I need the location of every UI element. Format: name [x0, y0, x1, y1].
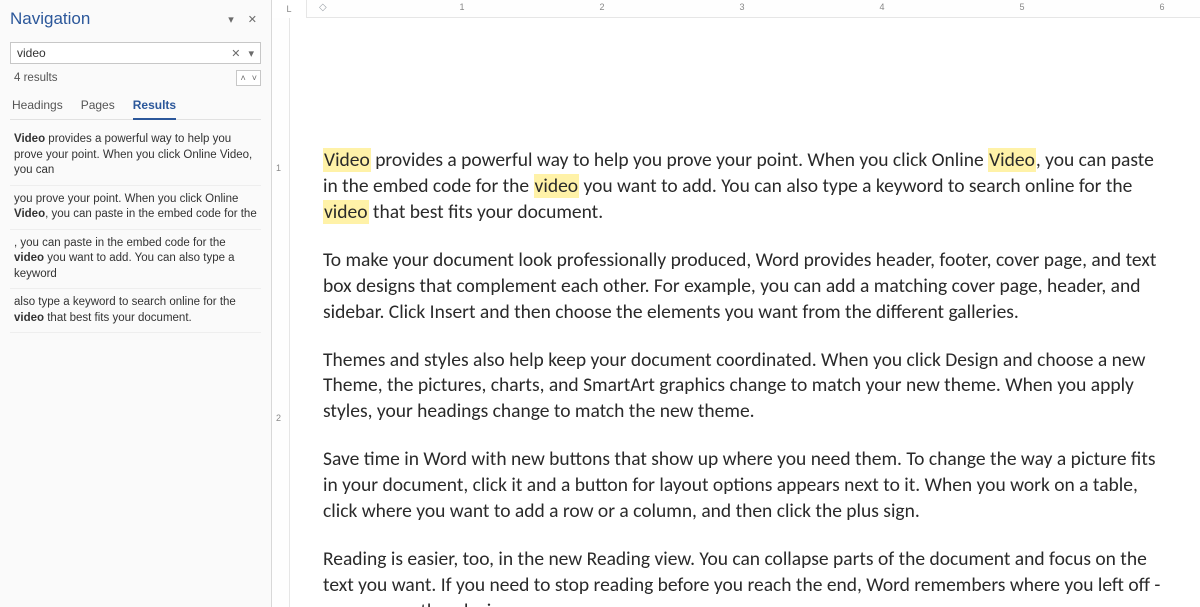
- document-area: L ◇ 1 2 3 4 5 6 1 2 Video provides a pow…: [272, 0, 1200, 607]
- vertical-ruler[interactable]: 1 2: [272, 18, 290, 607]
- ruler-number: 3: [739, 2, 744, 12]
- navigation-pane: Navigation ▾ ✕ ✕ ▾ 4 results ˄ ˅ Heading…: [0, 0, 272, 607]
- paragraph: Themes and styles also help keep your do…: [323, 348, 1164, 426]
- search-field[interactable]: ✕ ▾: [10, 42, 261, 64]
- paragraph: Video provides a powerful way to help yo…: [323, 148, 1164, 226]
- navigation-title: Navigation: [10, 9, 218, 29]
- dropdown-icon[interactable]: ▾: [224, 11, 238, 28]
- search-highlight: video: [534, 174, 580, 198]
- tab-headings[interactable]: Headings: [12, 94, 63, 120]
- ruler-corner: L: [272, 0, 307, 18]
- paragraph: To make your document look professionall…: [323, 248, 1164, 326]
- search-highlight: video: [323, 200, 369, 224]
- result-item[interactable]: you prove your point. When you click Onl…: [10, 186, 261, 230]
- search-result-summary: 4 results ˄ ˅: [10, 70, 261, 86]
- result-item[interactable]: Video provides a powerful way to help yo…: [10, 126, 261, 186]
- paragraph-text: provides a powerful way to help you prov…: [371, 148, 988, 172]
- result-text: that best fits your document.: [44, 312, 192, 324]
- search-input[interactable]: [11, 43, 227, 63]
- result-item[interactable]: also type a keyword to search online for…: [10, 289, 261, 333]
- search-results-list: Video provides a powerful way to help yo…: [10, 126, 261, 333]
- clear-search-icon[interactable]: ✕: [227, 45, 244, 62]
- ruler-number: 1: [459, 2, 464, 12]
- result-text: , you can paste in the embed code for th…: [45, 208, 257, 220]
- navigation-tabs: Headings Pages Results: [10, 94, 261, 120]
- ruler-number: 4: [879, 2, 884, 12]
- ruler-number: 6: [1159, 2, 1164, 12]
- result-text: also type a keyword to search online for…: [14, 296, 236, 308]
- paragraph-text: that best fits your document.: [369, 200, 604, 224]
- close-icon[interactable]: ✕: [244, 11, 261, 28]
- result-text: provides a powerful way to help you prov…: [14, 133, 252, 176]
- ruler-number: 5: [1019, 2, 1024, 12]
- navigation-header: Navigation ▾ ✕: [10, 4, 261, 34]
- ruler-number: 1: [276, 163, 281, 173]
- result-match: video: [14, 252, 44, 264]
- result-text: , you can paste in the embed code for th…: [14, 237, 226, 249]
- horizontal-ruler[interactable]: L ◇ 1 2 3 4 5 6: [307, 0, 1200, 18]
- document-page[interactable]: Video provides a powerful way to help yo…: [307, 18, 1180, 607]
- ruler-number: 2: [599, 2, 604, 12]
- result-match: Video: [14, 208, 45, 220]
- result-match: video: [14, 312, 44, 324]
- search-dropdown-icon[interactable]: ▾: [244, 45, 258, 62]
- next-result-button[interactable]: ˅: [249, 71, 260, 85]
- result-match: Video: [14, 133, 45, 145]
- previous-result-button[interactable]: ˄: [237, 71, 248, 85]
- tab-pages[interactable]: Pages: [81, 94, 115, 120]
- paragraph-text: you want to add. You can also type a key…: [579, 174, 1132, 198]
- paragraph: Reading is easier, too, in the new Readi…: [323, 547, 1164, 607]
- result-count: 4 results: [10, 72, 236, 84]
- ruler-number: 2: [276, 413, 281, 423]
- search-highlight: Video: [323, 148, 371, 172]
- paragraph: Save time in Word with new buttons that …: [323, 447, 1164, 525]
- result-item[interactable]: , you can paste in the embed code for th…: [10, 230, 261, 290]
- tab-results[interactable]: Results: [133, 94, 176, 120]
- search-controls: ✕ ▾: [227, 43, 260, 63]
- result-text: you want to add. You can also type a key…: [14, 252, 235, 280]
- result-text: you prove your point. When you click Onl…: [14, 193, 238, 205]
- result-nav-buttons: ˄ ˅: [236, 70, 261, 86]
- search-highlight: Video: [988, 148, 1036, 172]
- indent-marker-icon[interactable]: ◇: [319, 2, 327, 13]
